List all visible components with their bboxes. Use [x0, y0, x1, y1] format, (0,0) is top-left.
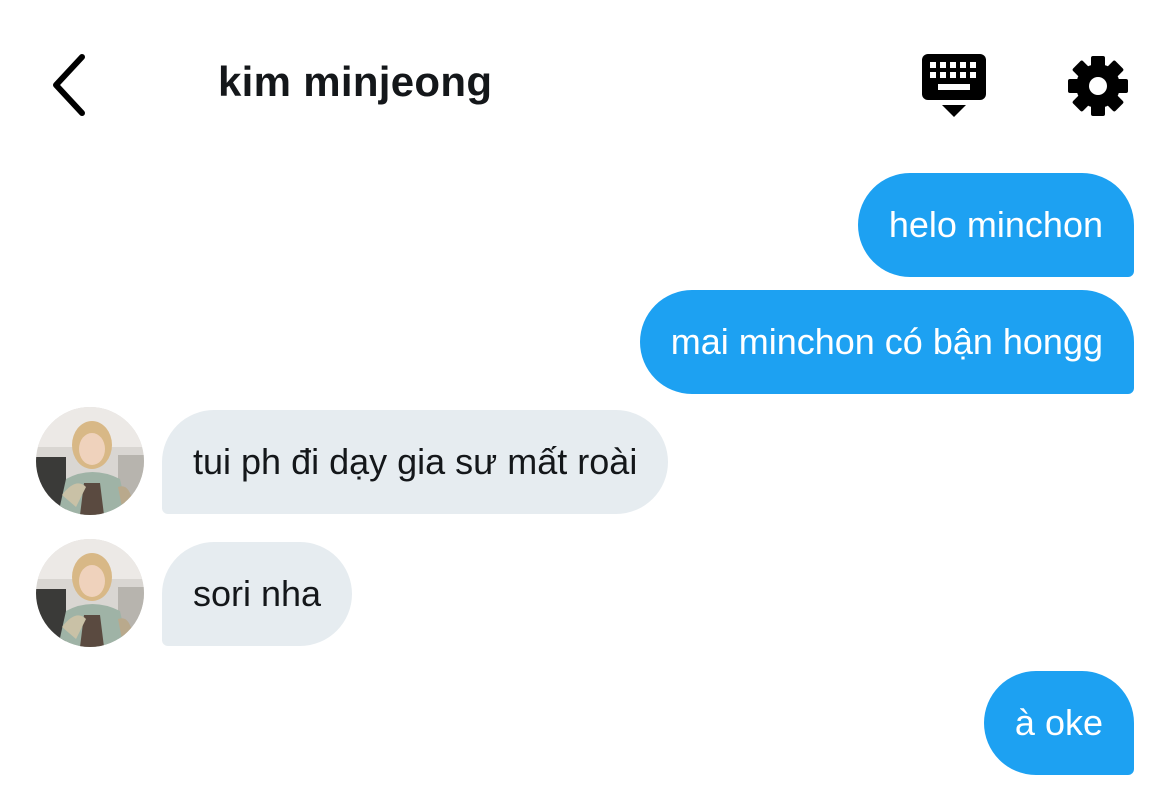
message-text: à oke [1014, 702, 1103, 743]
message-bubble-outgoing[interactable]: helo minchon [857, 173, 1134, 277]
message-text: helo minchon [888, 204, 1103, 245]
chat-header: kim minjeong [0, 0, 1170, 160]
message-text: tui ph đi dạy gia sư mất roài [193, 441, 638, 482]
chevron-left-icon [53, 54, 85, 116]
gear-icon [1068, 56, 1128, 116]
message-text: mai minchon có bận hongg [670, 321, 1103, 362]
avatar[interactable] [36, 539, 144, 647]
keyboard-toggle-button[interactable] [918, 50, 990, 120]
message-text: sori nha [193, 573, 322, 614]
conversation-title[interactable]: kim minjeong [218, 58, 492, 106]
message-bubble-outgoing[interactable]: mai minchon có bận hongg [639, 290, 1134, 394]
back-button[interactable] [40, 50, 96, 120]
keyboard-icon [922, 54, 986, 117]
message-bubble-incoming[interactable]: tui ph đi dạy gia sư mất roài [162, 410, 669, 514]
avatar[interactable] [36, 407, 144, 515]
settings-button[interactable] [1062, 50, 1134, 122]
message-bubble-outgoing[interactable]: à oke [983, 671, 1134, 775]
message-bubble-incoming[interactable]: sori nha [162, 542, 353, 646]
